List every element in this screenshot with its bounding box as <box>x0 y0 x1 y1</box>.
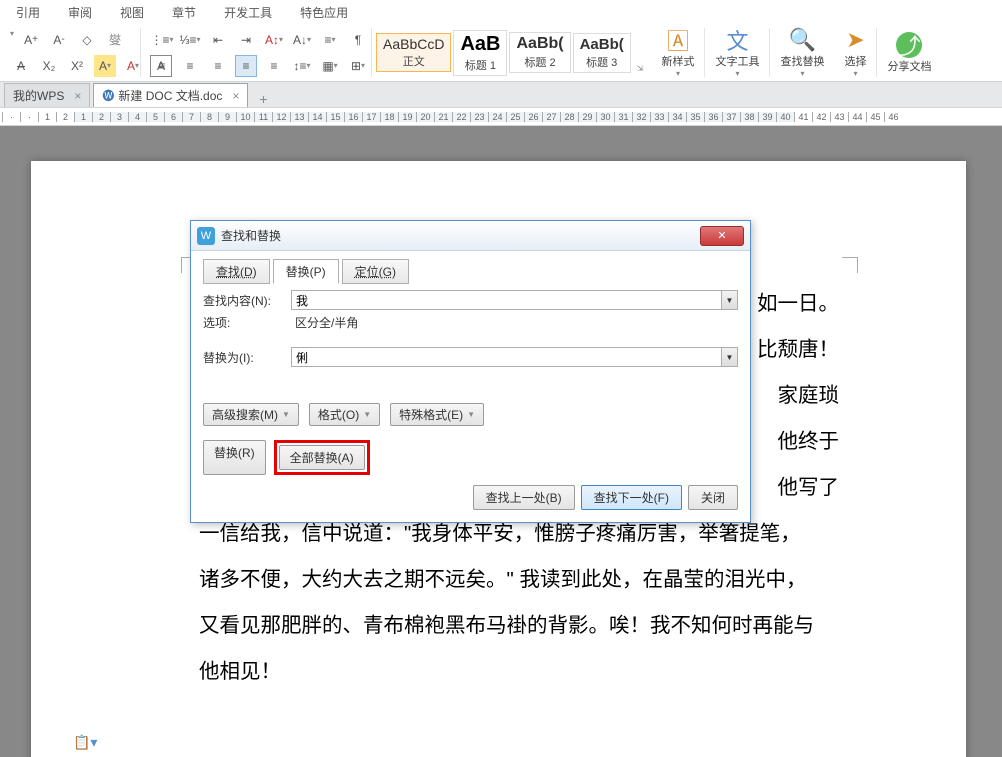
replace-button[interactable]: 替换(R) <box>203 440 266 475</box>
close-icon[interactable]: × <box>74 89 81 103</box>
find-label: 查找内容(N): <box>203 292 291 309</box>
chevron-down-icon[interactable]: ▼ <box>721 348 737 366</box>
new-style-icon: 🄰 <box>667 27 689 53</box>
close-button[interactable]: 关闭 <box>688 485 738 510</box>
replace-input-combo: ▼ <box>291 347 738 367</box>
select-icon: ➤ <box>846 27 864 53</box>
options-label: 选项: <box>203 314 291 331</box>
margin-corner <box>842 257 858 273</box>
doc-icon: 🅦 <box>102 87 114 104</box>
ribbon: ▾ A+ A- ◇ 燮 A X₂ X² A▾ A▾ A ⋮≡▾ ⅓≡▾ ⇤ ⇥ … <box>0 24 1002 82</box>
dialog-titlebar[interactable]: W 查找和替换 ✕ <box>191 221 750 251</box>
pinyin-icon[interactable]: 燮 <box>104 29 126 51</box>
text-tool-button[interactable]: 文 文字工具▾ <box>705 24 769 81</box>
style-expand-icon[interactable]: ⇲ <box>633 60 648 77</box>
menu-chapter[interactable]: 章节 <box>172 4 196 21</box>
replace-label: 替换为(I): <box>203 349 291 366</box>
menu-review[interactable]: 审阅 <box>68 4 92 21</box>
advanced-search-button[interactable]: 高级搜索(M)▼ <box>203 403 299 426</box>
tab-replace[interactable]: 替换(P) <box>273 259 339 284</box>
close-icon[interactable]: × <box>232 89 239 103</box>
font-size-chev[interactable]: ▾ <box>10 29 14 51</box>
new-tab-button[interactable]: + <box>251 91 275 107</box>
wps-icon: W <box>197 227 215 245</box>
outdent-icon[interactable]: ⇤ <box>207 29 229 51</box>
clear-format-icon[interactable]: ◇ <box>76 29 98 51</box>
style-normal[interactable]: AaBbCcD 正文 <box>376 33 451 72</box>
find-input[interactable] <box>292 291 721 309</box>
new-style-button[interactable]: 🄰 新样式▾ <box>651 24 704 81</box>
show-marks-icon[interactable]: ¶ <box>347 29 369 51</box>
format-button[interactable]: 格式(O)▼ <box>309 403 380 426</box>
menu-bar: 引用 审阅 视图 章节 开发工具 特色应用 <box>0 0 1002 24</box>
strikethrough-icon[interactable]: A <box>10 55 32 77</box>
style-heading2[interactable]: AaBb( 标题 2 <box>509 32 570 73</box>
options-value: 区分全/半角 <box>291 314 358 331</box>
find-replace-button[interactable]: 🔍 查找替换▾ <box>770 24 834 81</box>
subscript-icon[interactable]: X₂ <box>38 55 60 77</box>
find-replace-icon: 🔍 <box>789 27 816 53</box>
select-button[interactable]: ➤ 选择▾ <box>834 24 876 81</box>
share-button[interactable]: ⤴ 分享文档 <box>877 24 941 81</box>
font-group: ▾ A+ A- ◇ 燮 A X₂ X² A▾ A▾ A <box>0 24 140 81</box>
chevron-down-icon[interactable]: ▼ <box>721 291 737 309</box>
menu-quote[interactable]: 引用 <box>16 4 40 21</box>
bullets-icon[interactable]: ⋮≡▾ <box>151 29 173 51</box>
align-justify-icon[interactable]: ≡ <box>235 55 257 77</box>
superscript-icon[interactable]: X² <box>66 55 88 77</box>
paragraph-group: ⋮≡▾ ⅓≡▾ ⇤ ⇥ A↕▾ A↓▾ ≡▾ ¶ ≡ ≡ ≡ ≡ ≡ ↕≡▾ ▦… <box>141 24 371 81</box>
text-direction-icon[interactable]: A↕▾ <box>263 29 285 51</box>
find-prev-button[interactable]: 查找上一处(B) <box>473 485 575 510</box>
replace-input[interactable] <box>292 348 721 366</box>
find-next-button[interactable]: 查找下一处(F) <box>581 485 682 510</box>
shading-icon[interactable]: ▦▾ <box>319 55 341 77</box>
text-tool-icon: 文 <box>726 27 748 53</box>
dialog-close-button[interactable]: ✕ <box>700 226 744 246</box>
replace-all-button[interactable]: 全部替换(A) <box>279 445 365 470</box>
tab-mywps[interactable]: 我的WPS × <box>4 83 90 107</box>
numbering-icon[interactable]: ⅓≡▾ <box>179 29 201 51</box>
tab-find[interactable]: 查找(D) <box>203 259 270 284</box>
line-spacing-icon[interactable]: ↕≡▾ <box>291 55 313 77</box>
highlight-icon[interactable]: A▾ <box>94 55 116 77</box>
tab-document[interactable]: 🅦 新建 DOC 文档.doc × <box>93 83 248 107</box>
highlighted-button: 全部替换(A) <box>274 440 370 475</box>
document-tabbar: 我的WPS × 🅦 新建 DOC 文档.doc × + <box>0 82 1002 108</box>
menu-view[interactable]: 视图 <box>120 4 144 21</box>
style-heading3[interactable]: AaBb( 标题 3 <box>573 33 631 73</box>
paste-options-icon[interactable]: 📋▾ <box>73 734 97 751</box>
share-icon: ⤴ <box>896 32 922 58</box>
style-gallery: AaBbCcD 正文 AaB 标题 1 AaBb( 标题 2 AaBb( 标题 … <box>372 24 651 81</box>
decrease-font-icon[interactable]: A- <box>48 29 70 51</box>
align-left-icon[interactable]: ≡ <box>151 55 173 77</box>
align-right-icon[interactable]: ≡ <box>207 55 229 77</box>
tab-goto[interactable]: 定位(G) <box>342 259 409 284</box>
align-dist-icon[interactable]: ≡▾ <box>319 29 341 51</box>
style-heading1[interactable]: AaB 标题 1 <box>453 30 507 76</box>
increase-font-icon[interactable]: A+ <box>20 29 42 51</box>
align-center-icon[interactable]: ≡ <box>179 55 201 77</box>
sort-icon[interactable]: A↓▾ <box>291 29 313 51</box>
dialog-tabs: 查找(D) 替换(P) 定位(G) <box>203 259 738 284</box>
menu-devtools[interactable]: 开发工具 <box>224 4 272 21</box>
ruler[interactable]: ··12 12345678910111213141516171819202122… <box>0 108 1002 126</box>
borders-icon[interactable]: ⊞▾ <box>347 55 369 77</box>
find-input-combo: ▼ <box>291 290 738 310</box>
find-replace-dialog: W 查找和替换 ✕ 查找(D) 替换(P) 定位(G) 查找内容(N): ▼ 选… <box>190 220 751 523</box>
special-format-button[interactable]: 特殊格式(E)▼ <box>390 403 484 426</box>
menu-special[interactable]: 特色应用 <box>300 4 348 21</box>
dialog-title: 查找和替换 <box>221 227 281 244</box>
align-distribute-icon[interactable]: ≡ <box>263 55 285 77</box>
indent-icon[interactable]: ⇥ <box>235 29 257 51</box>
